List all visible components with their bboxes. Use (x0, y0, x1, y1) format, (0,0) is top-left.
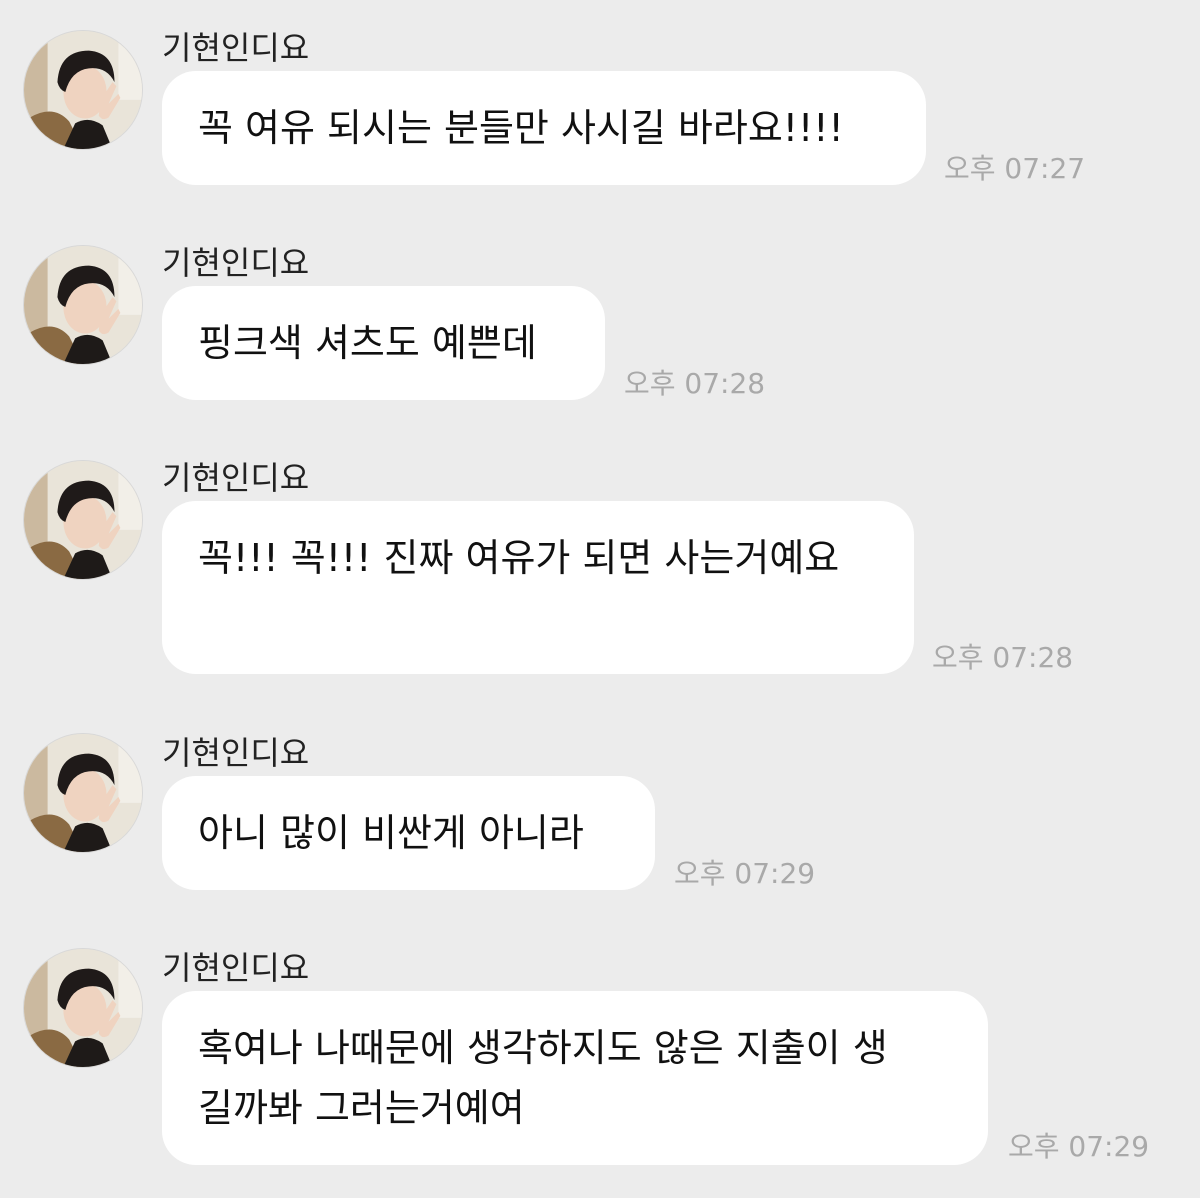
message-time: 오후 07:27 (944, 152, 1086, 185)
avatar[interactable] (23, 948, 143, 1068)
avatar-photo-icon (24, 31, 142, 149)
sender-name: 기현인디요 (162, 29, 310, 67)
message-bubble[interactable]: 아니 많이 비싼게 아니라 (162, 776, 655, 890)
avatar-photo-icon (24, 734, 142, 852)
message-text-line-2: 길까봐 그러는거예여 (198, 1086, 525, 1130)
sender-name: 기현인디요 (162, 459, 310, 497)
avatar[interactable] (23, 460, 143, 580)
message-text: 핑크색 셔츠도 예쁜데 (198, 321, 537, 365)
message-bubble[interactable]: 혹여나 나때문에 생각하지도 않은 지출이 생 길까봐 그러는거예여 (162, 991, 988, 1165)
message-bubble[interactable]: 핑크색 셔츠도 예쁜데 (162, 286, 605, 400)
message-bubble[interactable]: 꼭!!! 꼭!!! 진짜 여유가 되면 사는거예요 (162, 501, 914, 674)
message-bubble[interactable]: 꼭 여유 되시는 분들만 사시길 바라요!!!! (162, 71, 926, 185)
avatar-photo-icon (24, 461, 142, 579)
message-time: 오후 07:29 (1008, 1130, 1150, 1163)
avatar-photo-icon (24, 949, 142, 1067)
message-time: 오후 07:28 (624, 367, 766, 400)
message-text: 꼭 여유 되시는 분들만 사시길 바라요!!!! (198, 106, 844, 150)
message-text-line-1: 혹여나 나때문에 생각하지도 않은 지출이 생 (198, 1026, 888, 1070)
sender-name: 기현인디요 (162, 734, 310, 772)
avatar[interactable] (23, 733, 143, 853)
message-text: 아니 많이 비싼게 아니라 (198, 811, 584, 855)
sender-name: 기현인디요 (162, 244, 310, 282)
sender-name: 기현인디요 (162, 949, 310, 987)
avatar[interactable] (23, 245, 143, 365)
message-text: 꼭!!! 꼭!!! 진짜 여유가 되면 사는거예요 (198, 536, 840, 580)
avatar[interactable] (23, 30, 143, 150)
message-time: 오후 07:28 (932, 641, 1074, 674)
message-time: 오후 07:29 (674, 857, 816, 890)
avatar-photo-icon (24, 246, 142, 364)
